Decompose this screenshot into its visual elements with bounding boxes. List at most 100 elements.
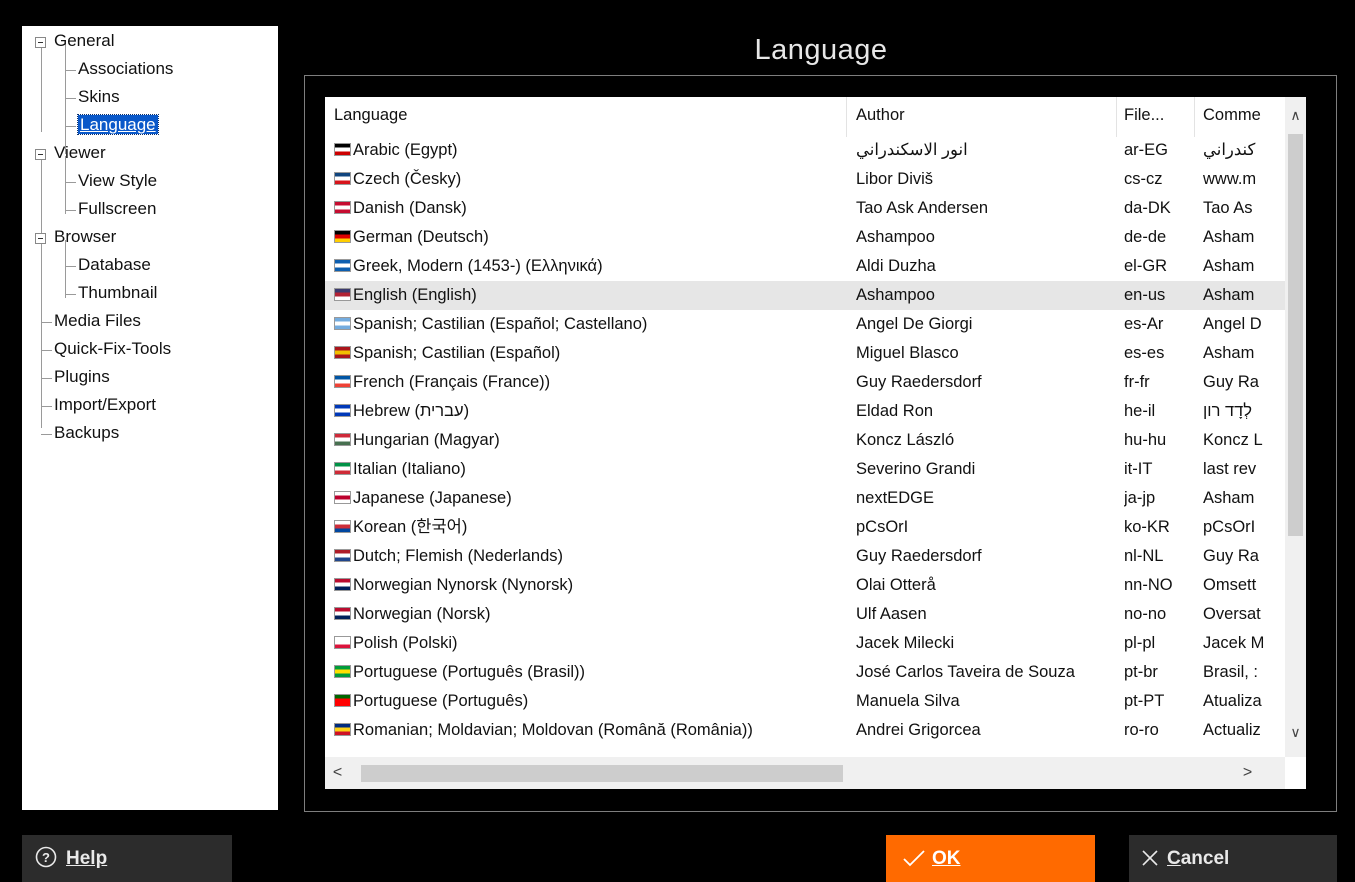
tree-item-browser[interactable]: Browser: [54, 226, 116, 248]
tree-item-database[interactable]: Database: [78, 254, 151, 276]
column-divider[interactable]: [1116, 97, 1117, 137]
horizontal-scrollbar[interactable]: < >: [325, 757, 1285, 789]
table-row[interactable]: French (Français (France)) Guy Raedersdor…: [325, 368, 1285, 397]
horizontal-scroll-thumb[interactable]: [361, 765, 843, 782]
tree-item-thumbnail[interactable]: Thumbnail: [78, 282, 157, 304]
table-row[interactable]: Norwegian (Norsk) Ulf Aasen no-no Oversat: [325, 600, 1285, 629]
cell-author: José Carlos Taveira de Souza: [856, 663, 1075, 681]
table-row[interactable]: Dutch; Flemish (Nederlands) Guy Raedersdo…: [325, 542, 1285, 571]
ok-button[interactable]: OK: [886, 835, 1095, 882]
tree-guide-line: [65, 70, 76, 71]
language-name: Korean (한국어): [353, 518, 468, 536]
column-header-author[interactable]: Author: [856, 106, 1116, 125]
table-row[interactable]: English (English) Ashampoo en-us Asham: [325, 281, 1285, 310]
tree-item-language[interactable]: Language: [77, 114, 159, 136]
scroll-left-icon[interactable]: <: [327, 764, 348, 782]
cell-file: en-us: [1124, 286, 1166, 304]
cell-file: cs-cz: [1124, 170, 1163, 188]
collapse-icon[interactable]: [35, 37, 46, 48]
cell-author: Severino Grandi: [856, 460, 976, 478]
cell-comment: last rev: [1203, 460, 1257, 478]
tree-item-viewer[interactable]: Viewer: [54, 142, 106, 164]
cell-language: Italian (Italiano): [334, 458, 846, 480]
language-name: Spanish; Castilian (Español; Castellano): [353, 315, 648, 333]
close-icon: [1142, 850, 1158, 866]
cell-comment: Asham: [1203, 257, 1255, 275]
collapse-icon[interactable]: [35, 149, 46, 160]
help-button[interactable]: ? Help: [22, 835, 232, 882]
table-row[interactable]: German (Deutsch) Ashampoo de-de Asham: [325, 223, 1285, 252]
scroll-down-icon[interactable]: ∨: [1285, 724, 1306, 741]
language-name: Spanish; Castilian (Español): [353, 344, 561, 362]
cancel-label-rest: ancel: [1180, 848, 1230, 869]
column-header-comment[interactable]: Comme: [1203, 106, 1265, 125]
cell-language: Portuguese (Português): [334, 690, 846, 712]
cell-file: he-il: [1124, 402, 1156, 420]
table-row[interactable]: Hebrew (עברית) Eldad Ron he-il לְדָד רון: [325, 397, 1285, 426]
column-divider[interactable]: [846, 97, 847, 137]
table-row[interactable]: Arabic (Egypt) انور الاسكندراني ar-EG كندرا…: [325, 136, 1285, 165]
flag-icon: [334, 201, 351, 214]
cell-file: nl-NL: [1124, 547, 1164, 565]
cell-author: انور الاسكندراني: [856, 141, 968, 159]
cell-comment: كندراني: [1203, 141, 1256, 159]
tree-item-label: General: [54, 31, 115, 50]
cell-language: Polish (Polski): [334, 632, 846, 654]
tree-item-general[interactable]: General: [54, 30, 114, 52]
flag-icon: [334, 172, 351, 185]
tree-item-skins[interactable]: Skins: [78, 86, 120, 108]
table-row[interactable]: Polish (Polski) Jacek Milecki pl-pl Jacek M: [325, 629, 1285, 658]
language-name: Polish (Polski): [353, 634, 458, 652]
tree-item-import-export[interactable]: Import/Export: [54, 394, 156, 416]
tree-item-label: Viewer: [54, 143, 106, 162]
scroll-up-icon[interactable]: ∧: [1285, 107, 1306, 124]
table-row[interactable]: Czech (Česky) Libor Diviš cs-cz www.m: [325, 165, 1285, 194]
cancel-button[interactable]: Cancel: [1129, 835, 1337, 882]
table-row[interactable]: Spanish; Castilian (Español; Castellano)…: [325, 310, 1285, 339]
column-divider[interactable]: [1194, 97, 1195, 137]
tree-item-media-files[interactable]: Media Files: [54, 310, 141, 332]
tree-item-label: Browser: [54, 227, 117, 246]
tree-item-backups[interactable]: Backups: [54, 422, 119, 444]
tree-guide-line: [41, 378, 52, 379]
tree-item-plugins[interactable]: Plugins: [54, 366, 110, 388]
vertical-scroll-thumb[interactable]: [1288, 134, 1303, 536]
table-row[interactable]: Spanish; Castilian (Español) Miguel Blasc…: [325, 339, 1285, 368]
tree-item-fullscreen[interactable]: Fullscreen: [78, 198, 156, 220]
table-row[interactable]: Japanese (Japanese) nextEDGE ja-jp Asham: [325, 484, 1285, 513]
cell-file: es-Ar: [1124, 315, 1164, 333]
cell-file: pl-pl: [1124, 634, 1156, 652]
cell-comment: Asham: [1203, 489, 1255, 507]
table-row[interactable]: Hungarian (Magyar) Koncz László hu-hu Koncz…: [325, 426, 1285, 455]
cell-language: Dutch; Flemish (Nederlands): [334, 545, 846, 567]
table-row[interactable]: Korean (한국어) pCsOrI ko-KR pCsOrI: [325, 513, 1285, 542]
settings-tree[interactable]: General Associations Skins Language Viewer Vi…: [22, 26, 278, 810]
cell-file: ko-KR: [1124, 518, 1170, 536]
scroll-right-icon[interactable]: >: [1237, 764, 1258, 782]
cell-language: Spanish; Castilian (Español; Castellano): [334, 313, 846, 335]
language-name: Arabic (Egypt): [353, 141, 458, 159]
table-row[interactable]: Portuguese (Português (Brasil)) José Carl…: [325, 658, 1285, 687]
collapse-icon[interactable]: [35, 233, 46, 244]
cell-comment: Angel D: [1203, 315, 1262, 333]
cell-author: Ashampoo: [856, 228, 935, 246]
tree-guide-line: [41, 350, 52, 351]
language-list[interactable]: Language Author File... Comme Arabic (Eg…: [325, 97, 1306, 789]
cell-comment: Tao As: [1203, 199, 1253, 217]
column-header-language[interactable]: Language: [334, 106, 844, 125]
table-row[interactable]: Italian (Italiano) Severino Grandi it-IT la…: [325, 455, 1285, 484]
tree-item-associations[interactable]: Associations: [78, 58, 173, 80]
table-row[interactable]: Norwegian Nynorsk (Nynorsk) Olai Otterå nn…: [325, 571, 1285, 600]
table-row[interactable]: Romanian; Moldavian; Moldovan (Română (R…: [325, 716, 1285, 745]
cell-author: Libor Diviš: [856, 170, 934, 188]
tree-item-view-style[interactable]: View Style: [78, 170, 157, 192]
flag-icon: [334, 288, 351, 301]
page-title: Language: [754, 34, 888, 66]
table-row[interactable]: Danish (Dansk) Tao Ask Andersen da-DK Tao A…: [325, 194, 1285, 223]
table-row[interactable]: Greek, Modern (1453-) (Ελληνικά) Aldi Duz…: [325, 252, 1285, 281]
column-header-file[interactable]: File...: [1124, 106, 1192, 125]
tree-item-label: Skins: [78, 87, 120, 106]
tree-item-quick-fix-tools[interactable]: Quick-Fix-Tools: [54, 338, 171, 360]
table-row[interactable]: Portuguese (Português) Manuela Silva pt-PT…: [325, 687, 1285, 716]
vertical-scrollbar[interactable]: ∧ ∨: [1285, 97, 1306, 757]
